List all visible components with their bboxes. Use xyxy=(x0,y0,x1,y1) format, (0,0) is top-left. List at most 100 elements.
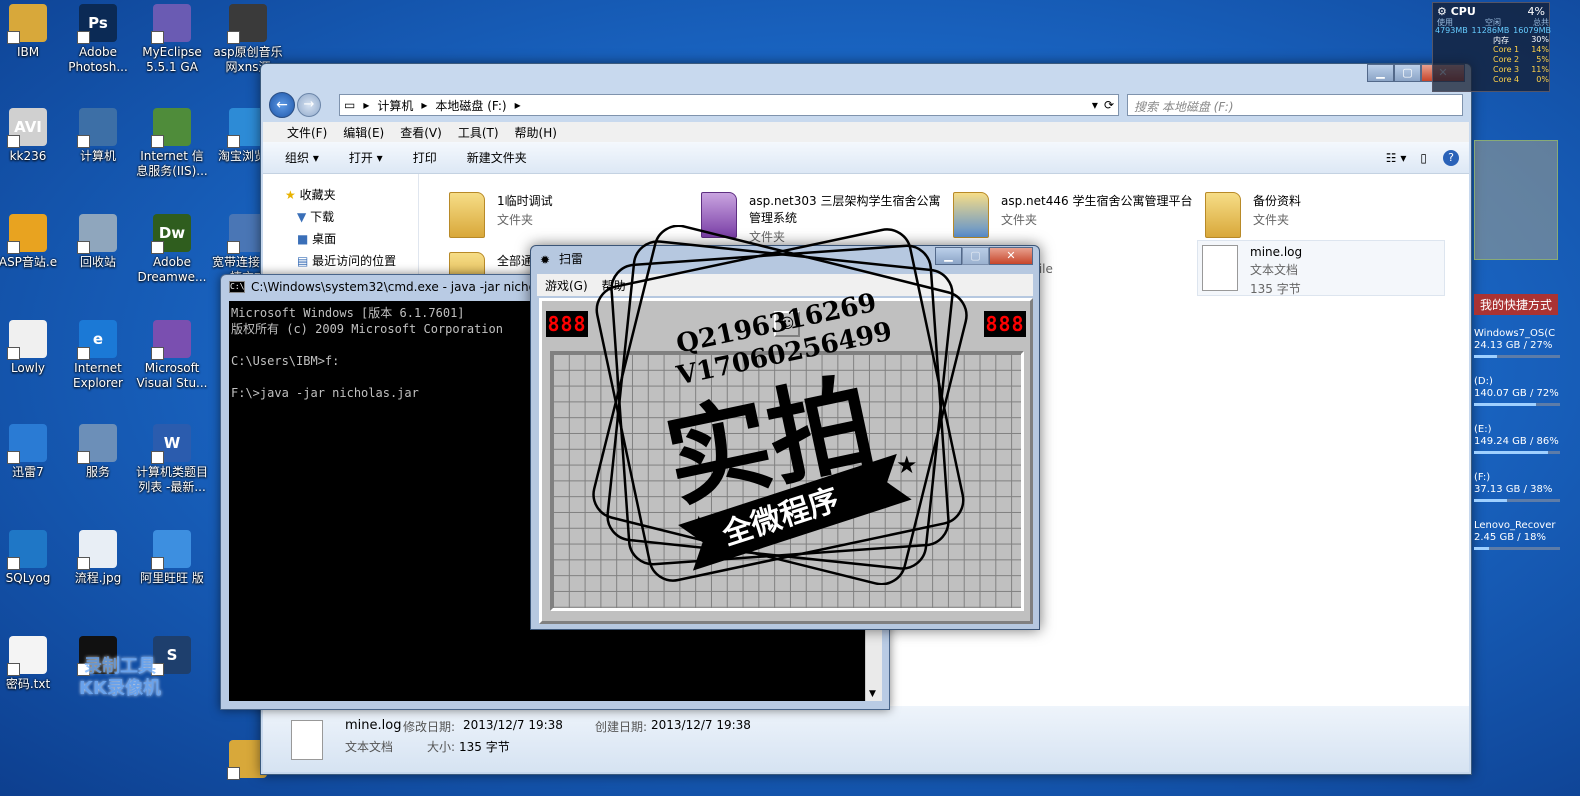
desktop-shortcut[interactable]: Lowly xyxy=(0,316,64,376)
desktop-shortcut[interactable]: 阿里旺旺 版 xyxy=(136,526,208,586)
drive-usage: 2.45 GB / 18% xyxy=(1474,532,1547,543)
desktop-shortcut-label: Internet Explorer xyxy=(73,361,123,390)
drive-name: Lenovo_Recover xyxy=(1474,520,1556,531)
nav-desktop[interactable]: ■ 桌面 xyxy=(263,228,418,250)
desktop-shortcut[interactable]: W 计算机类题目列表 -最新... xyxy=(136,420,208,495)
print-button[interactable]: 打印 xyxy=(413,149,437,166)
desktop-shortcut[interactable]: ASP音站.e xyxy=(0,210,64,270)
breadcrumb-sep-icon: ▸ xyxy=(363,98,370,112)
folder-icon xyxy=(1205,192,1241,238)
text-document-icon xyxy=(291,720,323,760)
folder-icon xyxy=(701,192,737,238)
desktop-shortcut[interactable]: 迅雷7 xyxy=(0,420,64,480)
mine-maximize-button[interactable]: ▢ xyxy=(962,247,989,265)
open-button[interactable]: 打开 ▾ xyxy=(349,149,383,166)
menu-tools[interactable]: 工具(T) xyxy=(458,124,499,141)
drive-item[interactable]: Windows7_OS(C 24.13 GB / 27% xyxy=(1474,328,1560,358)
breadcrumb-computer[interactable]: 计算机 xyxy=(377,97,413,114)
file-item[interactable]: asp.net303 三层架构学生宿舍公寓管理系统 文件夹 xyxy=(701,192,941,244)
download-icon: ▼ xyxy=(297,210,307,224)
view-options-icon[interactable]: ☷ ▾ xyxy=(1386,151,1407,165)
refresh-icon[interactable]: ⟳ xyxy=(1104,98,1114,112)
cpu-meter-gadget: ⚙ CPU 4% 使用 空闲 总共 4793MB 11286MB 16079MB 内存 3… xyxy=(1432,2,1551,92)
minefield-grid[interactable] xyxy=(550,351,1024,611)
menu-game[interactable]: 游戏(G) xyxy=(545,277,588,294)
desktop-shortcut[interactable]: 流程.jpg xyxy=(62,526,134,586)
breadcrumb-drive-f[interactable]: 本地磁盘 (F:) xyxy=(435,97,506,114)
drive-item[interactable]: (F:) 37.13 GB / 38% xyxy=(1474,472,1560,502)
scroll-down-icon[interactable]: ▼ xyxy=(869,689,876,699)
desktop-shortcut-label: Lowly xyxy=(10,361,46,375)
drive-icon: ▭ xyxy=(344,98,356,112)
maximize-button[interactable]: ▢ xyxy=(1394,64,1421,82)
desktop-shortcut[interactable]: 计算机 xyxy=(62,104,134,164)
file-item[interactable]: 1临时调试 文件夹 xyxy=(449,192,553,242)
drive-name: (E:) xyxy=(1474,424,1492,435)
ie-icon: e xyxy=(77,320,117,360)
menu-view[interactable]: 查看(V) xyxy=(400,124,442,141)
nav-recent[interactable]: ▤ 最近访问的位置 xyxy=(263,250,418,272)
details-created: 2013/12/7 19:38 xyxy=(651,718,751,732)
desktop-shortcut[interactable]: 服务 xyxy=(62,420,134,480)
drive-usage-fill xyxy=(1474,547,1490,550)
forward-arrow-icon[interactable]: → xyxy=(297,93,321,117)
drive-item[interactable]: (D:) 140.07 GB / 72% xyxy=(1474,376,1560,406)
desktop-shortcut[interactable]: AVI kk236 xyxy=(0,104,64,164)
desktop-shortcut[interactable]: Dw Adobe Dreamwe... xyxy=(136,210,208,285)
help-icon[interactable]: ? xyxy=(1443,149,1459,166)
file-item-selected[interactable]: mine.log 文本文档 135 字节 xyxy=(1197,240,1445,296)
menu-edit[interactable]: 编辑(E) xyxy=(343,124,384,141)
mine-close-button[interactable]: ✕ xyxy=(989,247,1033,265)
address-dropdown-icon[interactable]: ▾ xyxy=(1092,98,1098,112)
mine-minimize-button[interactable]: ▁ xyxy=(935,247,962,265)
nav-downloads[interactable]: ▼ 下载 xyxy=(263,206,418,228)
desktop-shortcut-label: Adobe Dreamwe... xyxy=(137,255,207,284)
minesweeper-window: ✹ 扫雷 ▁ ▢ ✕ 游戏(G) 帮助 888 ☺ 888 xyxy=(530,245,1040,630)
menu-help[interactable]: 帮助 xyxy=(602,277,626,294)
minesweeper-board: 888 ☺ 888 xyxy=(539,298,1033,624)
cmd-title: C:\Windows\system32\cmd.exe - java -jar … xyxy=(251,280,573,294)
word-doc-icon: W xyxy=(151,424,191,464)
desktop-shortcut[interactable]: IBM xyxy=(0,0,64,60)
desktop-shortcut[interactable]: MyEclipse 5.5.1 GA xyxy=(136,0,208,75)
desktop-shortcut[interactable]: 回收站 xyxy=(62,210,134,270)
address-bar[interactable]: ▭ ▸ 计算机 ▸ 本地磁盘 (F:) ▸ ▾ ⟳ xyxy=(339,94,1119,116)
minesweeper-titlebar[interactable]: ✹ 扫雷 ▁ ▢ ✕ xyxy=(531,246,1039,272)
desktop-shortcut[interactable]: SQLyog xyxy=(0,526,64,586)
desktop-shortcut-label: 密码.txt xyxy=(5,677,51,691)
explorer-titlebar[interactable]: ▁ ▢ ✕ xyxy=(261,64,1471,88)
core-row: Core 4 0% xyxy=(1493,75,1549,84)
shortcut-label: 我的快捷方式 xyxy=(1474,294,1558,315)
new-folder-button[interactable]: 新建文件夹 xyxy=(467,149,527,166)
desktop-shortcut[interactable]: Ps Adobe Photosh... xyxy=(62,0,134,75)
desktop-shortcut[interactable]: 密码.txt xyxy=(0,632,64,692)
details-type: 文本文档 xyxy=(345,740,394,754)
menu-help[interactable]: 帮助(H) xyxy=(515,124,557,141)
core-list: Core 1 14% Core 2 5% Core 3 11% Core 4 0% xyxy=(1493,45,1549,85)
drive-usage-fill xyxy=(1474,499,1507,502)
preview-pane-icon[interactable]: ▯ xyxy=(1420,151,1427,165)
file-item[interactable]: 备份资料 文件夹 xyxy=(1205,192,1301,242)
smiley-face-icon[interactable]: ☺ xyxy=(774,311,800,337)
watermark-line2: KK录像机 xyxy=(79,678,161,699)
drive-item[interactable]: Lenovo_Recover 2.45 GB / 18% xyxy=(1474,520,1560,550)
minimize-button[interactable]: ▁ xyxy=(1367,64,1394,82)
explorer-navbar: ← → ▭ ▸ 计算机 ▸ 本地磁盘 (F:) ▸ ▾ ⟳ 搜索 本地磁盘 (F… xyxy=(261,88,1471,122)
asp-music-icon xyxy=(227,4,267,44)
drive-usage-bar xyxy=(1474,547,1560,550)
desktop-shortcut[interactable]: Microsoft Visual Stu... xyxy=(136,316,208,391)
organize-button[interactable]: 组织 ▾ xyxy=(285,149,319,166)
nav-favorites[interactable]: ★ 收藏夹 xyxy=(263,184,418,206)
desktop-shortcut-label: MyEclipse 5.5.1 GA xyxy=(142,45,202,74)
drive-item[interactable]: (E:) 149.24 GB / 86% xyxy=(1474,424,1560,454)
search-input[interactable]: 搜索 本地磁盘 (F:) xyxy=(1127,94,1463,116)
file-item[interactable]: asp.net446 学生宿舍公寓管理平台 文件夹 xyxy=(953,192,1203,242)
desktop-shortcut-label: 计算机 xyxy=(79,149,116,163)
menu-file[interactable]: 文件(F) xyxy=(287,124,327,141)
desktop-shortcut[interactable]: e Internet Explorer xyxy=(62,316,134,391)
back-arrow-icon[interactable]: ← xyxy=(269,92,295,118)
cmd-icon: C:\ xyxy=(229,281,245,293)
drive-usage-bar xyxy=(1474,355,1560,358)
details-modified-label: 修改日期: xyxy=(403,720,456,734)
desktop-shortcut[interactable]: Internet 信息服务(IIS)... xyxy=(136,104,208,179)
